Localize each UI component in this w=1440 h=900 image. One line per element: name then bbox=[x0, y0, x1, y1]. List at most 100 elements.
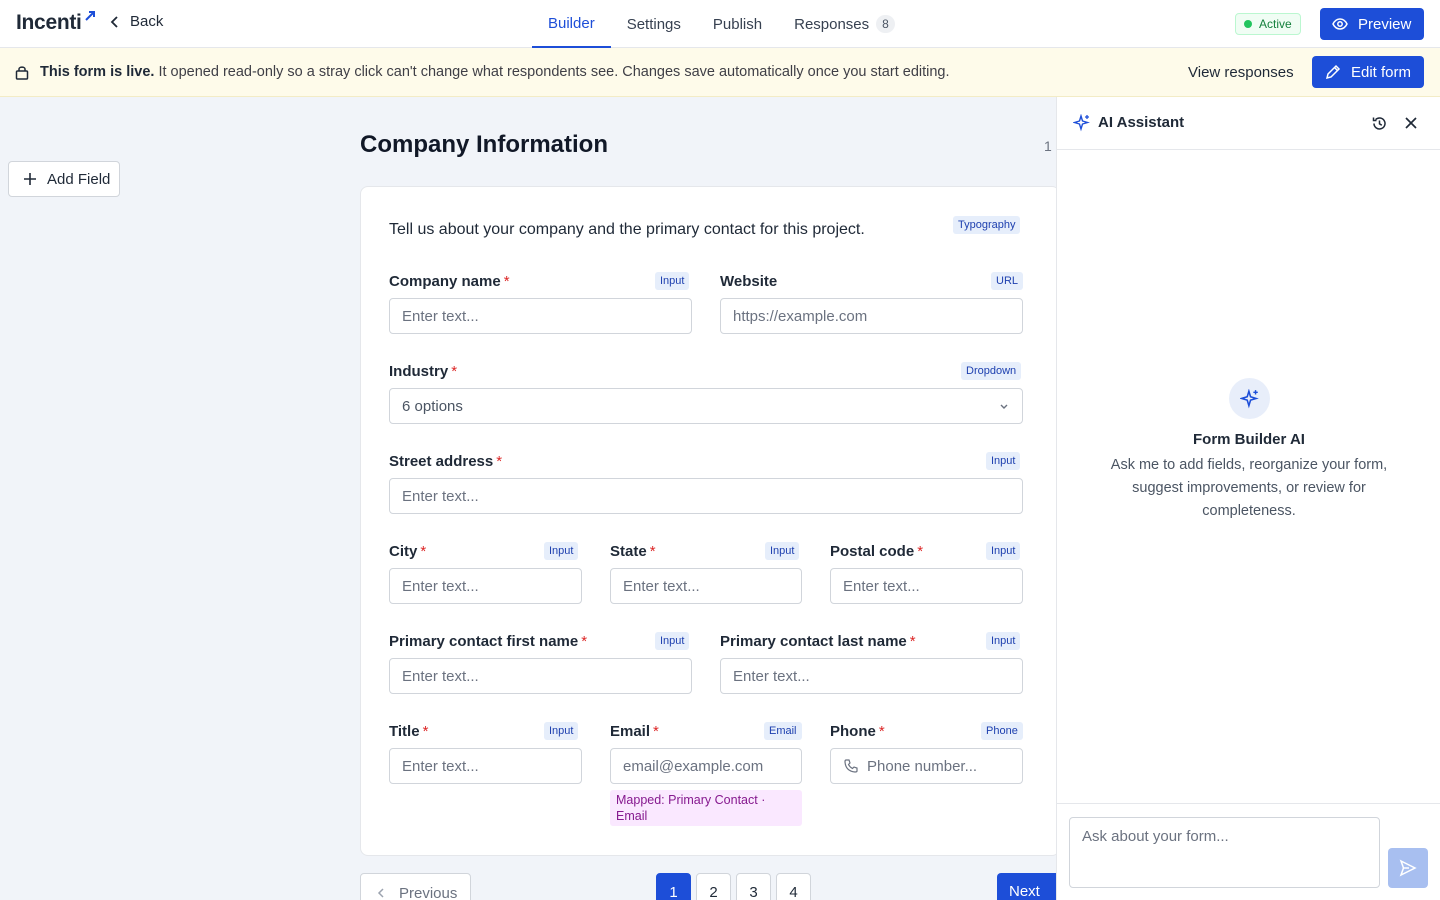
status-badge: Active bbox=[1235, 13, 1301, 35]
form-description[interactable]: Tell us about your company and the prima… bbox=[389, 221, 865, 239]
phone-icon bbox=[844, 759, 858, 773]
logo[interactable]: Incenti bbox=[16, 11, 82, 35]
tab-publish[interactable]: Publish bbox=[697, 0, 778, 48]
industry-label-text: Industry bbox=[389, 363, 449, 380]
typography-tag: Typography bbox=[953, 216, 1021, 234]
input-tag: Input bbox=[986, 632, 1021, 650]
back-button[interactable]: Back bbox=[108, 13, 163, 30]
state-label: State * bbox=[610, 543, 656, 560]
preview-button[interactable]: Preview bbox=[1320, 8, 1424, 40]
placeholder-text: https://example.com bbox=[733, 307, 868, 325]
input-tag: Input bbox=[544, 542, 579, 560]
history-icon[interactable] bbox=[1371, 115, 1388, 132]
required-marker: * bbox=[422, 723, 429, 740]
company-name-label: Company name * bbox=[389, 273, 510, 290]
tab-builder-label: Builder bbox=[548, 14, 595, 32]
chevron-down-icon bbox=[1000, 404, 1008, 409]
tab-builder[interactable]: Builder bbox=[532, 0, 611, 48]
first-name-label: Primary contact first name * bbox=[389, 633, 587, 650]
ai-empty-description: Ask me to add fields, reorganize your fo… bbox=[1110, 457, 1388, 519]
required-marker: * bbox=[451, 363, 458, 380]
city-label: City * bbox=[389, 543, 426, 560]
ai-send-button[interactable] bbox=[1388, 848, 1428, 888]
required-marker: * bbox=[503, 273, 510, 290]
title-label: Title * bbox=[389, 723, 428, 740]
placeholder-text: Enter text... bbox=[843, 577, 920, 595]
responses-count-badge: 8 bbox=[876, 15, 895, 33]
page-3-button[interactable]: 3 bbox=[736, 873, 771, 900]
industry-label: Industry * bbox=[389, 363, 457, 380]
title-input[interactable]: Enter text... bbox=[389, 748, 582, 784]
phone-label-text: Phone bbox=[830, 723, 876, 740]
input-tag: Input bbox=[986, 542, 1021, 560]
company-name-input[interactable]: Enter text... bbox=[389, 298, 692, 334]
website-label: Website bbox=[720, 273, 777, 290]
tab-settings-label: Settings bbox=[626, 15, 681, 33]
email-input[interactable]: email@example.com bbox=[610, 748, 802, 784]
state-input[interactable]: Enter text... bbox=[610, 568, 802, 604]
add-field-button[interactable]: Add Field bbox=[8, 161, 120, 197]
send-icon bbox=[1399, 859, 1417, 877]
input-tag: Input bbox=[986, 452, 1021, 470]
previous-page-button[interactable]: Previous bbox=[360, 873, 471, 900]
close-icon[interactable] bbox=[1404, 116, 1418, 130]
first-name-label-text: Primary contact first name bbox=[389, 633, 579, 650]
pencil-icon bbox=[1325, 64, 1341, 80]
live-banner: This form is live. It opened read-only s… bbox=[0, 48, 1440, 97]
placeholder-text: email@example.com bbox=[623, 757, 764, 775]
placeholder-text: Enter text... bbox=[402, 577, 479, 595]
required-marker: * bbox=[653, 723, 659, 740]
last-name-input[interactable]: Enter text... bbox=[720, 658, 1023, 694]
chevron-left-icon bbox=[377, 888, 384, 898]
placeholder-text: Enter text... bbox=[402, 307, 479, 325]
postal-label-text: Postal code bbox=[830, 543, 915, 560]
edit-form-button[interactable]: Edit form bbox=[1312, 56, 1424, 88]
company-name-label-text: Company name bbox=[389, 273, 501, 290]
view-responses-link[interactable]: View responses bbox=[1188, 64, 1294, 81]
placeholder-text: Enter text... bbox=[402, 757, 479, 775]
email-label-text: Email bbox=[610, 723, 651, 740]
city-input[interactable]: Enter text... bbox=[389, 568, 582, 604]
placeholder-text: Enter text... bbox=[733, 667, 810, 685]
ai-empty-state-icon bbox=[1229, 378, 1270, 419]
email-tag: Email bbox=[764, 722, 802, 740]
required-marker: * bbox=[496, 453, 503, 470]
tab-responses[interactable]: Responses 8 bbox=[778, 0, 911, 48]
placeholder-text: Enter text... bbox=[623, 577, 700, 595]
page-4-button[interactable]: 4 bbox=[776, 873, 811, 900]
postal-code-input[interactable]: Enter text... bbox=[830, 568, 1023, 604]
postal-code-label: Postal code * bbox=[830, 543, 923, 560]
ai-message-input[interactable]: Ask about your form... bbox=[1069, 817, 1380, 888]
lock-icon bbox=[15, 66, 29, 80]
industry-select[interactable]: 6 options bbox=[389, 388, 1023, 424]
street-address-input[interactable]: Enter text... bbox=[389, 478, 1023, 514]
sparkle-icon bbox=[1239, 388, 1259, 408]
page-2-button[interactable]: 2 bbox=[696, 873, 731, 900]
state-label-text: State bbox=[610, 543, 647, 560]
required-marker: * bbox=[878, 723, 885, 740]
page-title: Company Information bbox=[360, 131, 609, 158]
input-tag: Input bbox=[655, 272, 690, 290]
first-name-input[interactable]: Enter text... bbox=[389, 658, 692, 694]
eye-icon bbox=[1332, 18, 1348, 30]
page-1-button[interactable]: 1 bbox=[656, 873, 691, 900]
edit-form-label: Edit form bbox=[1351, 63, 1412, 81]
website-label-text: Website bbox=[720, 273, 778, 290]
last-name-label-text: Primary contact last name bbox=[720, 633, 907, 650]
phone-tag: Phone bbox=[981, 722, 1023, 740]
ai-assistant-panel: AI Assistant Form Builder AI Ask me to a… bbox=[1056, 97, 1440, 900]
tab-settings[interactable]: Settings bbox=[611, 0, 697, 48]
website-input[interactable]: https://example.com bbox=[720, 298, 1023, 334]
industry-value: 6 options bbox=[402, 397, 463, 415]
phone-input[interactable]: Phone number... bbox=[830, 748, 1023, 784]
next-page-button[interactable]: Next bbox=[997, 873, 1060, 900]
dropdown-tag: Dropdown bbox=[961, 362, 1022, 380]
back-label: Back bbox=[130, 13, 164, 30]
last-name-label: Primary contact last name * bbox=[720, 633, 916, 650]
tab-bar: Builder Settings Publish Responses 8 bbox=[532, 0, 911, 48]
input-tag: Input bbox=[655, 632, 690, 650]
placeholder-text: Phone number... bbox=[867, 757, 978, 775]
tab-responses-label: Responses bbox=[794, 15, 870, 33]
input-tag: Input bbox=[544, 722, 579, 740]
placeholder-text: Enter text... bbox=[402, 487, 479, 505]
